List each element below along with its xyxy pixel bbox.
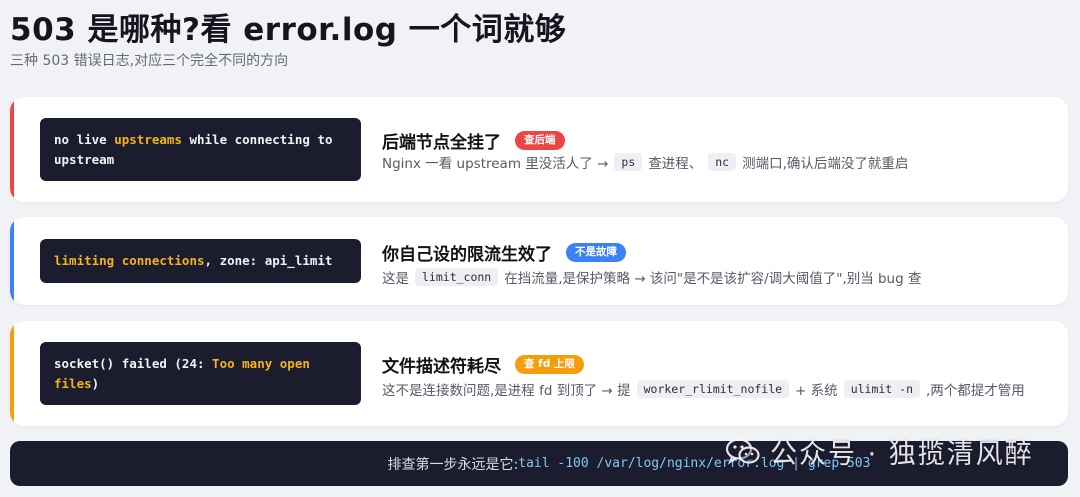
card-description: Nginx 一看 upstream 里没活人了 → ps 查进程、 nc 测端口,… [382, 153, 909, 172]
tag-badge: 查后端 [515, 131, 565, 150]
card-description: 这是 limit_conn 在挡流量,是保护策略 → 该问"是不是该扩容/调大阈… [382, 268, 922, 287]
inline-code: worker_rlimit_nofile [636, 380, 790, 398]
inline-code: limit_conn [415, 268, 499, 286]
card-accent-bar [10, 321, 14, 426]
card-heading: 文件描述符耗尽 [382, 357, 501, 377]
card-accent-bar [10, 97, 14, 202]
page-title: 503 是哪种?看 error.log 一个词就够 [10, 12, 567, 48]
card-heading: 后端节点全挂了 [382, 133, 501, 153]
wechat-icon [725, 437, 760, 466]
card-fd-exhausted: socket() failed (24: Too many open files… [10, 321, 1068, 426]
log-snippet: socket() failed (24: Too many open files… [40, 342, 361, 405]
page-subtitle: 三种 503 错误日志,对应三个完全不同的方向 [10, 53, 289, 69]
inline-code: ps [614, 153, 643, 171]
log-snippet: no live upstreams while connecting to up… [40, 118, 361, 181]
card-accent-bar [10, 217, 14, 305]
card-backend-down: no live upstreams while connecting to up… [10, 97, 1068, 202]
watermark: 公众号 · 独揽清风醉 [725, 432, 1034, 471]
tag-badge: 查 fd 上限 [515, 355, 584, 374]
card-heading: 你自己设的限流生效了 [382, 245, 552, 265]
tag-badge: 不是故障 [566, 243, 626, 262]
watermark-text: 公众号 · 独揽清风醉 [770, 439, 1034, 470]
inline-code: nc [708, 153, 737, 171]
card-rate-limit: limiting connections, zone: api_limit 你自… [10, 217, 1068, 305]
inline-code: ulimit -n [843, 380, 920, 398]
log-snippet: limiting connections, zone: api_limit [40, 239, 361, 283]
card-description: 这不是连接数问题,是进程 fd 到顶了 → 提 worker_rlimit_no… [382, 380, 1025, 399]
footer-label: 排查第一步永远是它: [387, 456, 519, 473]
